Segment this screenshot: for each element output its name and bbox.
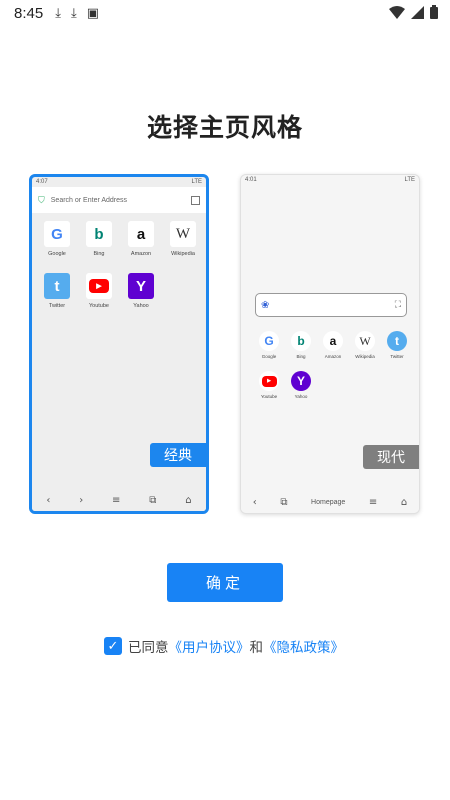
download-icon: ⤓ xyxy=(55,5,61,21)
shortcut-tile: a Amazon xyxy=(120,221,162,273)
page-title: 选择主页风格 xyxy=(146,113,303,142)
mini-network: LTE xyxy=(404,177,415,183)
shortcut-label: Wikipedia xyxy=(355,354,375,359)
shortcut-tile: b Bing xyxy=(78,221,120,273)
privacy-policy-link[interactable]: 《隐私政策》 xyxy=(263,636,344,656)
paw-icon: ❀ xyxy=(261,299,270,311)
shortcut-label: Twitter xyxy=(390,354,404,359)
shortcut-tile: ▶ Youtube xyxy=(253,371,285,411)
shortcut-tile: t Twitter xyxy=(36,273,78,325)
status-bar: 8:45 ⤓ ⤓ ▣ xyxy=(0,0,450,26)
shortcut-label: Twitter xyxy=(48,303,66,309)
youtube-icon: ▶ xyxy=(86,273,112,299)
menu-icon: ≡ xyxy=(368,496,378,508)
shortcut-tile: W Wikipedia xyxy=(162,221,204,273)
shortcut-label: Yahoo xyxy=(133,303,149,309)
modern-shortcut-grid: G Google b Bing a Amazon W Wikipedia t T… xyxy=(253,331,413,411)
expand-icon: ⛶ xyxy=(394,300,401,310)
back-icon: ‹ xyxy=(252,496,257,508)
shortcut-tile: Y Yahoo xyxy=(285,371,317,411)
download-icon: ⤓ xyxy=(70,5,77,21)
youtube-icon: ▶ xyxy=(259,371,279,391)
wikipedia-icon: W xyxy=(355,331,375,351)
classic-style-label: 经典 xyxy=(150,443,206,467)
shortcut-tile: b Bing xyxy=(285,331,317,371)
shortcut-tile: a Amazon xyxy=(317,331,349,371)
mini-nav-bar: ‹ ⧉ Homepage ≡ ⌂ xyxy=(241,491,419,513)
mini-time: 4:01 xyxy=(245,177,257,183)
address-bar-preview: ⛉ Search or Enter Address xyxy=(32,187,206,213)
forward-icon: › xyxy=(79,494,84,506)
shortcut-tile: G Google xyxy=(36,221,78,273)
mini-time: 4:07 xyxy=(36,179,48,185)
youtube-glyph: ▶ xyxy=(89,279,109,293)
shortcut-label: Yahoo xyxy=(294,394,308,399)
classic-shortcut-grid: G Google b Bing a Amazon W Wikipedia t T… xyxy=(32,213,206,325)
shortcut-label: Youtube xyxy=(89,303,109,309)
app-store-icon: ▣ xyxy=(86,5,99,21)
modern-style-label: 现代 xyxy=(363,445,419,469)
confirm-button[interactable]: 确定 xyxy=(167,563,283,602)
menu-icon: ≡ xyxy=(112,494,121,506)
mini-status-bar: 4:07 LTE xyxy=(32,177,206,187)
address-placeholder: Search or Enter Address xyxy=(50,196,128,204)
shortcut-label: Amazon xyxy=(324,354,342,359)
shortcut-label: Youtube xyxy=(260,394,278,399)
google-icon: G xyxy=(44,221,70,247)
yahoo-icon: Y xyxy=(291,371,311,391)
yahoo-icon: Y xyxy=(128,273,154,299)
mini-nav-bar: ‹ › ≡ ⧉ ⌂ xyxy=(32,489,206,511)
wikipedia-icon: W xyxy=(170,221,196,247)
home-icon: ⌂ xyxy=(400,496,408,508)
shield-icon: ⛉ xyxy=(38,194,45,205)
amazon-icon: a xyxy=(128,221,154,247)
shortcut-tile: ▶ Youtube xyxy=(78,273,120,325)
shortcut-tile: W Wikipedia xyxy=(349,331,381,371)
shortcut-label: Bing xyxy=(93,251,105,257)
status-time: 8:45 xyxy=(14,4,44,22)
mini-status-bar: 4:01 LTE xyxy=(241,175,419,185)
twitter-icon: t xyxy=(387,331,407,351)
homepage-label: Homepage xyxy=(311,498,346,506)
tabs-icon: ⧉ xyxy=(280,496,288,508)
qr-scan-icon xyxy=(191,195,200,205)
shortcut-label: Google xyxy=(261,354,277,359)
battery-icon xyxy=(430,4,438,23)
shortcut-label: Wikipedia xyxy=(171,251,195,257)
shortcut-label: Bing xyxy=(296,354,306,359)
search-box-preview: ❀ ⛶ xyxy=(255,293,407,317)
user-agreement-link[interactable]: 《用户协议》 xyxy=(169,636,250,656)
amazon-icon: a xyxy=(323,331,343,351)
tabs-icon: ⧉ xyxy=(149,494,157,506)
youtube-glyph: ▶ xyxy=(261,375,277,387)
agreement-joiner: 和 xyxy=(249,640,264,656)
shortcut-tile: t Twitter xyxy=(381,331,413,371)
signal-icon xyxy=(411,4,424,23)
classic-style-option[interactable]: 4:07 LTE ⛉ Search or Enter Address G Goo… xyxy=(29,174,209,514)
wifi-icon xyxy=(389,4,405,23)
home-icon: ⌂ xyxy=(185,494,192,506)
back-icon: ‹ xyxy=(46,494,51,506)
shortcut-tile: Y Yahoo xyxy=(120,273,162,325)
bing-icon: b xyxy=(291,331,311,351)
twitter-icon: t xyxy=(44,273,70,299)
shortcut-label: Google xyxy=(48,251,66,257)
modern-style-option[interactable]: 4:01 LTE ❀ ⛶ G Google b Bing a Amazon W … xyxy=(240,174,420,514)
google-icon: G xyxy=(259,331,279,351)
status-right xyxy=(389,4,438,23)
agreement-prefix: 已同意 xyxy=(128,640,169,656)
mini-network: LTE xyxy=(191,179,202,185)
bing-icon: b xyxy=(86,221,112,247)
agreement-row: ✓ 已同意 《用户协议》 和 《隐私政策》 xyxy=(104,636,344,656)
agreement-checkbox[interactable]: ✓ xyxy=(104,637,122,655)
shortcut-tile: G Google xyxy=(253,331,285,371)
shortcut-label: Amazon xyxy=(130,251,152,257)
